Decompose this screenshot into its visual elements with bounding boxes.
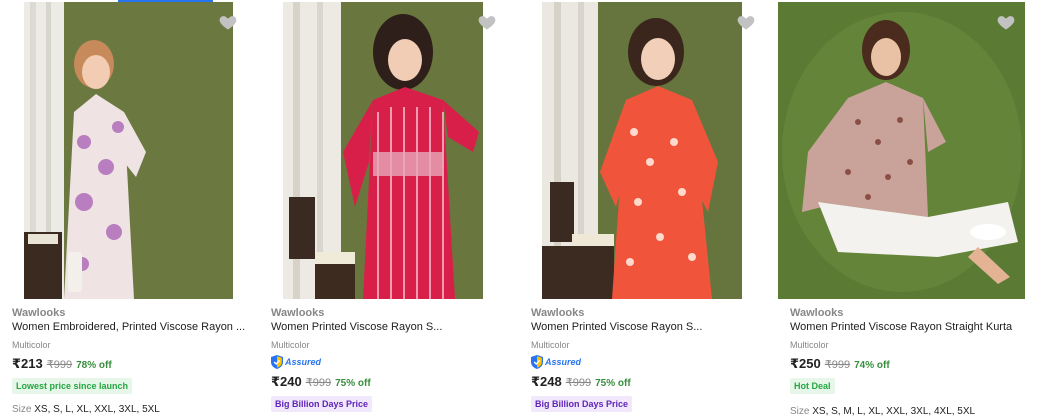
selling-price: ₹240 <box>271 374 302 389</box>
product-title[interactable]: Women Printed Viscose Rayon Straight Kur… <box>790 321 1012 333</box>
size-values: XS, S, M, L, XL, XXL, 3XL, 4XL, 5XL <box>812 406 976 417</box>
assured-badge: Assured <box>271 355 321 369</box>
offer-tag: Hot Deal <box>790 378 835 394</box>
price-row: ₹250 ₹999 74% off <box>790 356 890 372</box>
product-title[interactable]: Women Printed Viscose Rayon S... <box>531 321 702 333</box>
product-card[interactable]: Wawlooks Women Printed Viscose Rayon S..… <box>529 0 779 420</box>
offer-tag: Big Billion Days Price <box>531 396 633 412</box>
wishlist-button[interactable] <box>218 12 238 32</box>
product-color: Multicolor <box>531 340 570 350</box>
discount-percent: 74% off <box>854 360 890 371</box>
offer-tag: Lowest price since launch <box>12 378 133 394</box>
assured-label: Assured <box>545 357 582 367</box>
product-color: Multicolor <box>12 340 51 350</box>
size-values: XS, S, L, XL, XXL, 3XL, 5XL <box>34 404 160 415</box>
original-price: ₹999 <box>305 377 332 389</box>
product-image[interactable] <box>778 2 1025 299</box>
product-brand: Wawlooks <box>531 307 585 319</box>
discount-percent: 75% off <box>335 378 371 389</box>
product-color: Multicolor <box>271 340 310 350</box>
discount-percent: 75% off <box>595 378 631 389</box>
heart-icon <box>997 16 1015 30</box>
wishlist-button[interactable] <box>477 12 497 32</box>
product-card[interactable]: Wawlooks Women Printed Viscose Rayon Str… <box>778 0 1038 420</box>
selling-price: ₹250 <box>790 356 821 371</box>
size-list: Size XS, S, M, L, XL, XXL, 3XL, 4XL, 5XL <box>790 406 975 417</box>
shield-check-icon <box>271 355 283 369</box>
original-price: ₹999 <box>824 359 851 371</box>
heart-icon <box>737 16 755 30</box>
heart-icon <box>478 16 496 30</box>
selling-price: ₹248 <box>531 374 562 389</box>
product-image[interactable] <box>24 2 233 299</box>
product-image[interactable] <box>542 2 742 299</box>
price-row: ₹248 ₹999 75% off <box>531 374 631 390</box>
product-color: Multicolor <box>790 340 829 350</box>
size-label: Size <box>790 406 810 417</box>
selling-price: ₹213 <box>12 356 43 371</box>
original-price: ₹999 <box>565 377 592 389</box>
heart-icon <box>219 16 237 30</box>
product-image[interactable] <box>283 2 483 299</box>
product-title[interactable]: Women Embroidered, Printed Viscose Rayon… <box>12 321 245 333</box>
price-row: ₹240 ₹999 75% off <box>271 374 371 390</box>
price-row: ₹213 ₹999 78% off <box>12 356 112 372</box>
wishlist-button[interactable] <box>996 12 1016 32</box>
product-card[interactable]: Wawlooks Women Printed Viscose Rayon S..… <box>269 0 519 420</box>
size-list: Size XS, S, L, XL, XXL, 3XL, 5XL <box>12 404 160 415</box>
assured-badge: Assured <box>531 355 581 369</box>
offer-tag: Big Billion Days Price <box>271 396 373 412</box>
discount-percent: 78% off <box>76 360 112 371</box>
product-title[interactable]: Women Printed Viscose Rayon S... <box>271 321 442 333</box>
size-label: Size <box>12 404 32 415</box>
shield-check-icon <box>531 355 543 369</box>
product-brand: Wawlooks <box>790 307 844 319</box>
wishlist-button[interactable] <box>736 12 756 32</box>
assured-label: Assured <box>285 357 322 367</box>
product-brand: Wawlooks <box>271 307 325 319</box>
product-card[interactable]: Wawlooks Women Embroidered, Printed Visc… <box>10 0 260 420</box>
product-brand: Wawlooks <box>12 307 66 319</box>
original-price: ₹999 <box>46 359 73 371</box>
